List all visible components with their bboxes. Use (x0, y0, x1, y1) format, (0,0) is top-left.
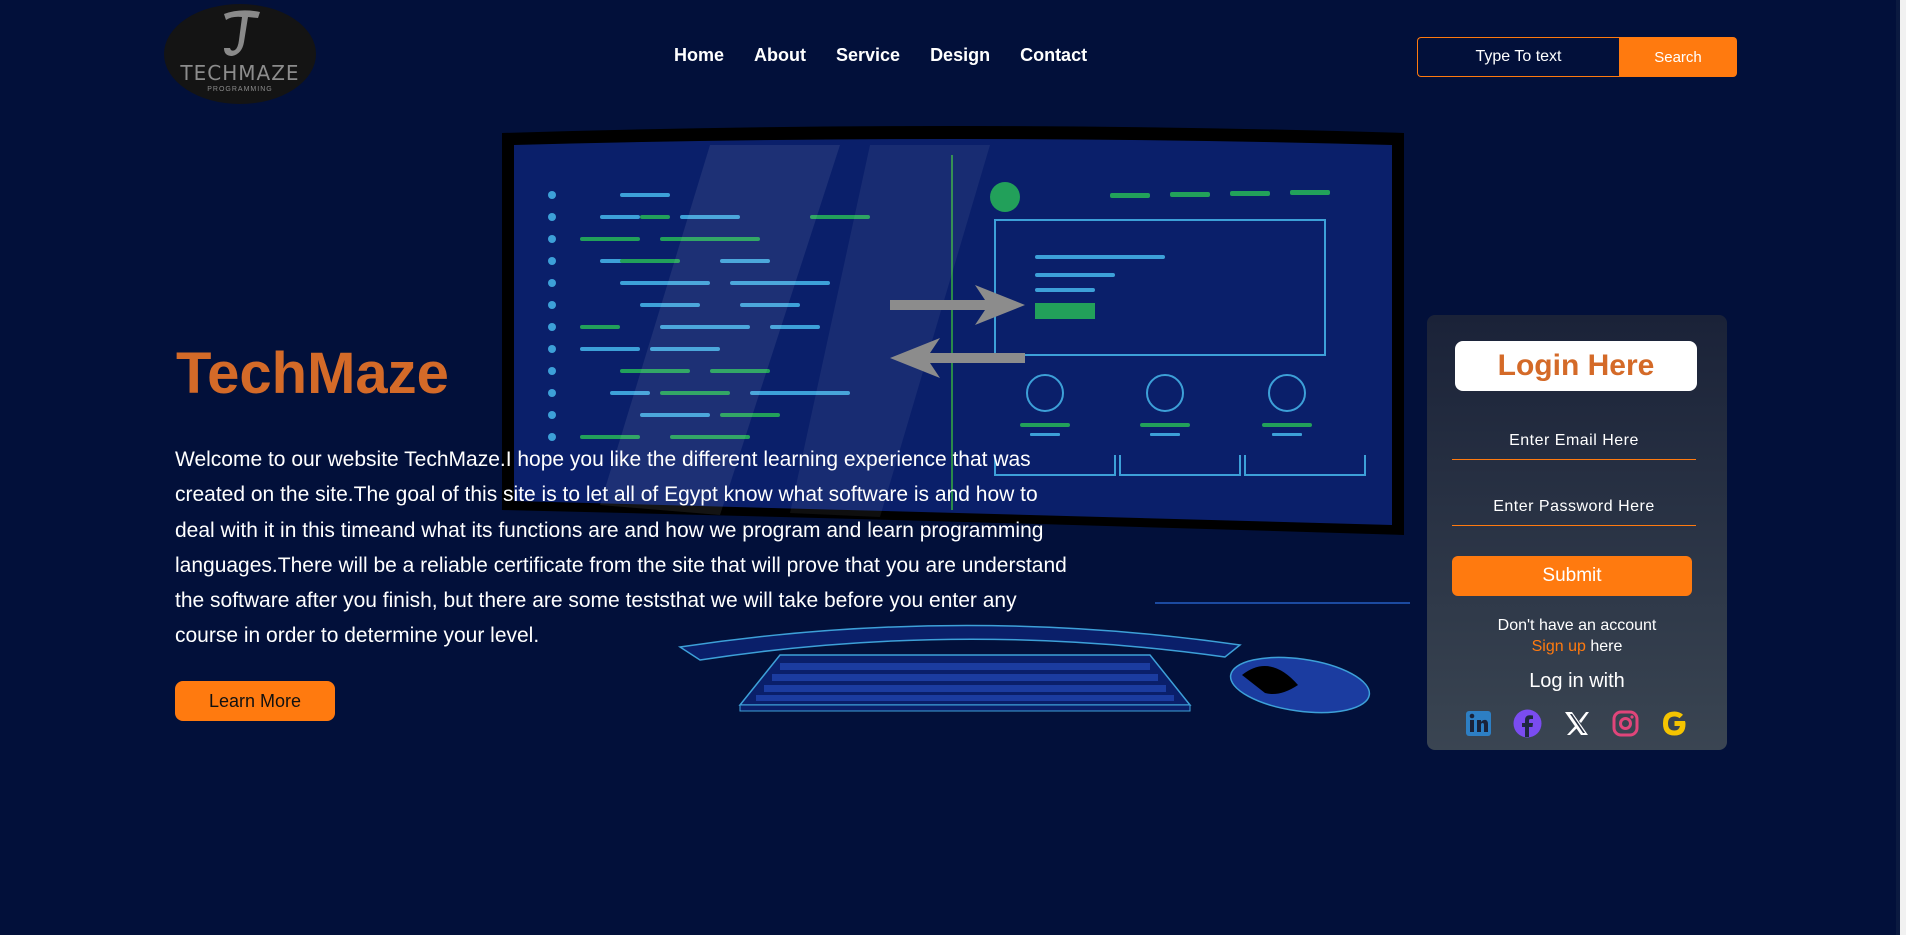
search-button[interactable]: Search (1619, 37, 1737, 77)
logo-t-mark (224, 10, 260, 56)
hero-title: TechMaze (176, 341, 449, 406)
submit-button[interactable]: Submit (1452, 556, 1692, 596)
no-account-text: Don't have an account (1497, 617, 1657, 634)
social-login-icons (1463, 708, 1690, 739)
nav-contact[interactable]: Contact (1020, 45, 1087, 66)
main-nav: Home About Service Design Contact (674, 45, 1087, 66)
nav-about[interactable]: About (754, 45, 806, 66)
google-icon[interactable] (1659, 708, 1690, 739)
logo-subtitle: PROGRAMMING (207, 86, 273, 93)
login-panel: Login Here Submit Don't have an account … (1427, 315, 1727, 750)
nav-design[interactable]: Design (930, 45, 990, 66)
logo-wordmark: TECHMAZE (180, 61, 300, 85)
scrollbar[interactable] (1900, 0, 1906, 935)
email-field[interactable] (1452, 423, 1696, 460)
signup-link[interactable]: Sign up (1532, 638, 1586, 655)
linkedin-icon[interactable] (1463, 708, 1494, 739)
nav-service[interactable]: Service (836, 45, 900, 66)
techmaze-logo[interactable]: TECHMAZE PROGRAMMING (164, 4, 316, 104)
signup-prompt: Don't have an account Sign up here (1427, 615, 1727, 657)
hero-description: Welcome to our website TechMaze.I hope y… (175, 448, 1067, 648)
x-icon[interactable] (1561, 708, 1592, 739)
instagram-icon[interactable] (1610, 708, 1641, 739)
nav-home[interactable]: Home (674, 45, 724, 66)
login-with-label: Log in with (1529, 670, 1625, 692)
signup-line: Sign up here (1427, 636, 1727, 657)
facebook-icon[interactable] (1512, 708, 1543, 739)
password-field[interactable] (1452, 489, 1696, 526)
learn-more-button[interactable]: Learn More (175, 681, 335, 721)
login-title: Login Here (1455, 341, 1697, 391)
search-bar: Search (1417, 37, 1737, 77)
search-input[interactable] (1417, 37, 1619, 77)
signup-suffix: here (1585, 638, 1623, 655)
